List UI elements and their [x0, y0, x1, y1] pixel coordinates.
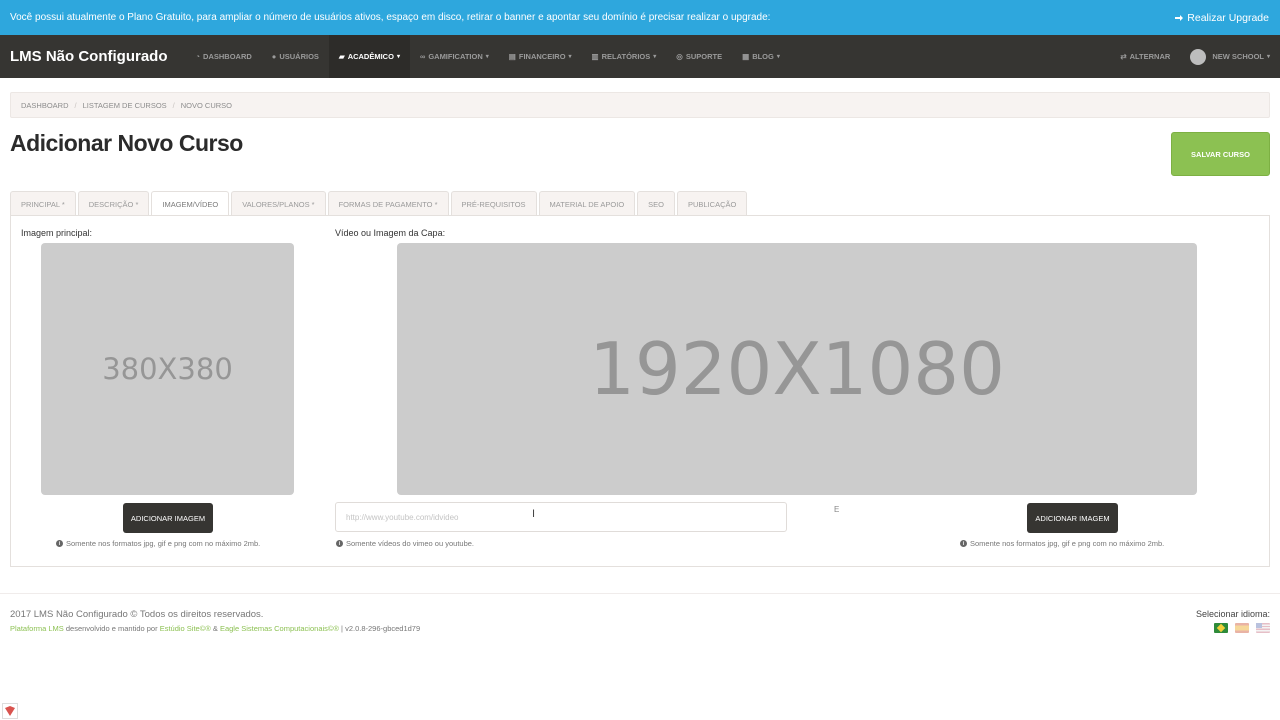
course-tabs: PRINCIPAL * DESCRIÇÃO * IMAGEM/VÍDEO VAL… [10, 191, 748, 217]
flag-usa-icon[interactable] [1256, 623, 1270, 633]
tab-principal[interactable]: PRINCIPAL * [10, 191, 76, 216]
nav-label: SUPORTE [685, 52, 723, 61]
avatar [1190, 48, 1207, 65]
language-label: Selecionar idioma: [1195, 609, 1270, 619]
footer-copyright: 2017 LMS Não Configurado © Todos os dire… [10, 609, 264, 620]
nav-label: NEW SCHOOL [1212, 52, 1264, 61]
language-flags [1214, 623, 1270, 633]
chevron-down-icon: ▾ [1266, 54, 1270, 60]
nav-item-suporte[interactable]: ◎ SUPORTE [666, 35, 732, 78]
chevron-down-icon: ▾ [653, 54, 657, 60]
graduation-icon: ▰ [338, 52, 345, 61]
tab-publicacao[interactable]: PUBLICAÇÃO [677, 191, 748, 216]
footer-link-eagle[interactable]: Eagle Sistemas Computacionais©® [220, 624, 339, 633]
main-image-hint-text: Somente nos formatos jpg, gif e png com … [66, 539, 261, 548]
chevron-down-icon: ▾ [485, 54, 489, 60]
main-image-placeholder: 380X380 [41, 243, 294, 495]
bank-icon: ▤ [508, 52, 516, 61]
footer-version-text: | v2.0.8-296-gbced1d79 [338, 624, 421, 633]
add-main-image-button[interactable]: ADICIONAR IMAGEM [123, 503, 213, 533]
main-navbar: LMS Não Configurado ◔ DASHBOARD ● USUÁRI… [0, 35, 1280, 78]
cover-image-hint-text: Somente nos formatos jpg, gif e png com … [970, 539, 1165, 548]
nav-item-usuarios[interactable]: ● USUÁRIOS [262, 35, 329, 78]
nav-label: RELATÓRIOS [601, 52, 651, 61]
breadcrumb-item-current: NOVO CURSO [180, 100, 233, 110]
nav-item-gamification[interactable]: ∞ GAMIFICATION ▾ [410, 35, 499, 78]
tab-descricao[interactable]: DESCRIÇÃO * [77, 191, 150, 216]
nav-label: FINANCEIRO [518, 52, 566, 61]
upgrade-banner: Você possui atualmente o Plano Gratuito,… [0, 0, 1280, 35]
or-text: E [834, 505, 840, 514]
tab-pre-requisitos[interactable]: PRÉ-REQUISITOS [450, 191, 537, 216]
footer-credits: Plataforma LMS desenvolvido e mantido po… [10, 624, 420, 633]
breadcrumb-separator: / [172, 100, 175, 110]
add-cover-image-button[interactable]: ADICIONAR IMAGEM [1027, 503, 1118, 533]
nav-label: GAMIFICATION [428, 52, 483, 61]
main-image-label: Imagem principal: [21, 228, 93, 238]
dashboard-icon: ◔ [195, 52, 201, 61]
main-nav: ◔ DASHBOARD ● USUÁRIOS ▰ ACADÊMICO ▾ ∞ G… [186, 35, 790, 78]
brand-title[interactable]: LMS Não Configurado [10, 48, 168, 65]
breadcrumb-separator: / [74, 100, 77, 110]
footer-credits-text: & [210, 624, 220, 633]
chevron-down-icon: ▾ [396, 54, 400, 60]
upgrade-label[interactable]: Realizar Upgrade [1187, 12, 1269, 24]
tab-material-apoio[interactable]: MATERIAL DE APOIO [538, 191, 636, 216]
cover-image-hint: i Somente nos formatos jpg, gif e png co… [960, 539, 1164, 548]
nav-item-alternar[interactable]: ⇄ ALTERNAR [1110, 35, 1180, 78]
nav-label: USUÁRIOS [279, 52, 319, 61]
upgrade-link[interactable]: Realizar Upgrade [1175, 12, 1269, 24]
nav-item-academico[interactable]: ▰ ACADÊMICO ▾ [328, 35, 410, 78]
tab-seo[interactable]: SEO [637, 191, 675, 216]
tab-formas-pagamento[interactable]: FORMAS DE PAGAMENTO * [327, 191, 449, 216]
footer-credits-text: desenvolvido e mantido por [63, 624, 160, 633]
footer-link-plataforma[interactable]: Plataforma LMS [10, 624, 64, 633]
flag-brazil-icon[interactable] [1214, 623, 1228, 633]
info-icon: i [960, 540, 967, 547]
breadcrumb: DASHBOARD / LISTAGEM DE CURSOS / NOVO CU… [10, 92, 1270, 118]
arrow-right-icon [1175, 14, 1184, 21]
main-image-size-text: 380X380 [102, 352, 233, 386]
tab-valores-planos[interactable]: VALORES/PLANOS * [231, 191, 326, 216]
nav-item-school[interactable]: NEW SCHOOL ▾ [1180, 35, 1270, 78]
newspaper-icon: ▦ [742, 52, 750, 61]
breadcrumb-item-dashboard[interactable]: DASHBOARD [21, 101, 69, 110]
widget-icon[interactable] [2, 703, 18, 719]
video-hint: i Somente vídeos do vimeo ou youtube. [336, 539, 474, 548]
cover-label: Vídeo ou Imagem da Capa: [335, 228, 446, 238]
widget-glyph [5, 706, 15, 716]
banner-message: Você possui atualmente o Plano Gratuito,… [10, 12, 771, 23]
save-course-button[interactable]: SALVAR CURSO [1171, 132, 1270, 176]
nav-item-financeiro[interactable]: ▤ FINANCEIRO ▾ [499, 35, 582, 78]
footer-divider [0, 593, 1280, 594]
breadcrumb-item-listagem[interactable]: LISTAGEM DE CURSOS [83, 101, 167, 110]
switch-icon: ⇄ [1120, 52, 1127, 61]
nav-item-dashboard[interactable]: ◔ DASHBOARD [186, 35, 262, 78]
cover-image-placeholder: 1920X1080 [397, 243, 1197, 495]
video-hint-text: Somente vídeos do vimeo ou youtube. [346, 539, 474, 548]
nav-item-relatorios[interactable]: ▥ RELATÓRIOS ▾ [582, 35, 667, 78]
chevron-down-icon: ▾ [776, 54, 780, 60]
chevron-down-icon: ▾ [568, 54, 572, 60]
video-url-input[interactable] [335, 502, 787, 532]
main-image-hint: i Somente nos formatos jpg, gif e png co… [56, 539, 260, 548]
chart-icon: ▥ [591, 52, 599, 61]
nav-label: ACADÊMICO [347, 52, 394, 61]
gamepad-icon: ∞ [419, 52, 426, 61]
text-cursor-icon: I [532, 508, 536, 520]
cover-image-size-text: 1920X1080 [589, 327, 1005, 411]
page-title: Adicionar Novo Curso [10, 130, 243, 156]
info-icon: i [56, 540, 63, 547]
tab-imagem-video[interactable]: IMAGEM/VÍDEO [151, 191, 230, 217]
flag-spain-icon[interactable] [1235, 623, 1249, 633]
nav-right: ⇄ ALTERNAR NEW SCHOOL ▾ [1110, 35, 1270, 78]
nav-label: BLOG [752, 52, 774, 61]
nav-item-blog[interactable]: ▦ BLOG ▾ [732, 35, 790, 78]
user-icon: ● [271, 52, 277, 61]
info-icon: i [336, 540, 343, 547]
footer-link-estudio[interactable]: Estúdio Site©® [160, 624, 211, 633]
lifebuoy-icon: ◎ [676, 52, 683, 61]
nav-label: ALTERNAR [1129, 52, 1171, 61]
nav-label: DASHBOARD [203, 52, 252, 61]
